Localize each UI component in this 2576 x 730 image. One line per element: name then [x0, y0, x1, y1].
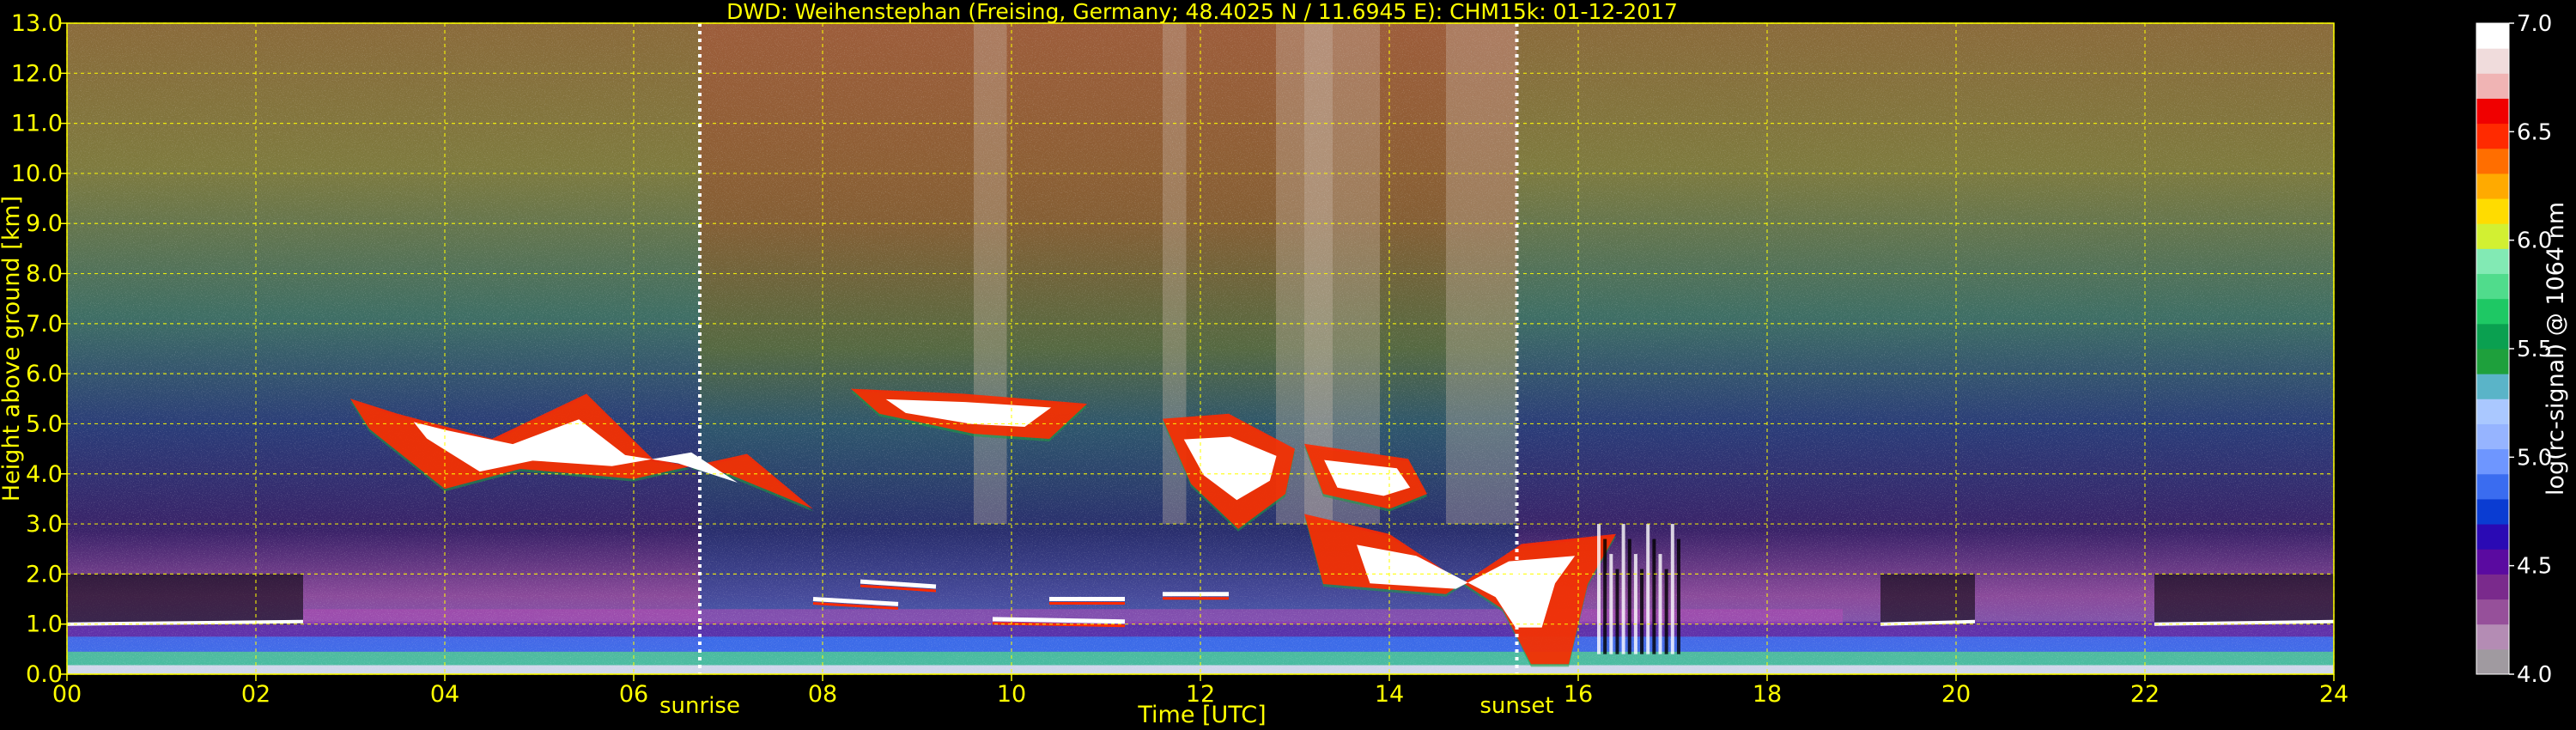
x-tick-label: 10 — [997, 681, 1026, 708]
fog-streak — [1627, 538, 1631, 654]
y-tick-label: 3.0 — [26, 511, 63, 538]
y-axis-label: Height above ground [km] — [0, 196, 25, 502]
y-tick-label: 0.0 — [26, 661, 63, 688]
colorbar: 4.04.55.05.56.06.57.0 — [2476, 11, 2552, 688]
y-tick-label: 11.0 — [11, 111, 63, 137]
y-tick-label: 13.0 — [11, 10, 63, 37]
fog-streak — [1633, 554, 1637, 654]
fog-streak — [1664, 569, 1668, 654]
fog-streak — [1621, 524, 1625, 654]
chart-svg: sunrise sunset00 02 04 06 08 10 12 14 16 18 20 22 240… — [0, 0, 2569, 728]
colorbar-segment — [2476, 398, 2509, 424]
y-tick-label: 8.0 — [26, 261, 63, 288]
y-tick-label: 4.0 — [26, 461, 63, 488]
y-tick-label: 10.0 — [11, 161, 63, 187]
x-axis-label: Time [UTC] — [1137, 702, 1266, 728]
fog-streak — [1652, 538, 1656, 654]
ceilometer-chart: sunrise sunset 00 02 04 06 08 10 12 14 16 18 20 22 24 0… — [0, 0, 2576, 730]
colorbar-segment — [2476, 374, 2509, 399]
colorbar-tick-label: 4.0 — [2517, 662, 2552, 688]
colorbar-segment — [2476, 524, 2509, 550]
x-tick-label: 02 — [241, 681, 270, 708]
fog-streak — [1676, 538, 1680, 654]
colorbar-segment — [2476, 349, 2509, 374]
fog-streak — [1603, 538, 1607, 654]
fog-streak — [1609, 554, 1613, 654]
colorbar-segment — [2476, 98, 2509, 125]
colorbar-segment — [2476, 498, 2509, 525]
x-tick-label: 20 — [1941, 681, 1971, 708]
fog-streak — [1597, 524, 1601, 654]
colorbar-segment — [2476, 473, 2509, 500]
y-tick-label: 9.0 — [26, 210, 63, 237]
colorbar-segment — [2476, 198, 2509, 224]
annotation-label-sunrise: sunrise — [659, 693, 740, 719]
x-tick-label: 08 — [808, 681, 837, 708]
colorbar-segment — [2476, 148, 2509, 174]
colorbar-segment — [2476, 648, 2509, 675]
colorbar-segment — [2476, 48, 2509, 74]
x-tick-label: 24 — [2319, 681, 2348, 708]
colorbar-segment — [2476, 323, 2509, 350]
y-tick-label: 1.0 — [26, 611, 63, 638]
x-tick-label: 22 — [2130, 681, 2160, 708]
colorbar-segment — [2476, 574, 2509, 600]
colorbar-segment — [2476, 599, 2509, 625]
colorbar-tick-label: 7.0 — [2517, 11, 2552, 37]
x-tick-label: 14 — [1375, 681, 1404, 708]
low-cloud-segment — [992, 617, 1126, 624]
x-tick-label: 18 — [1753, 681, 1782, 708]
night-dark-region — [2154, 574, 2334, 624]
x-tick-label: 06 — [619, 681, 648, 708]
colorbar-tick-label: 6.5 — [2517, 119, 2552, 145]
x-tick-label: 04 — [430, 681, 459, 708]
y-tick-label: 7.0 — [26, 311, 63, 338]
x-tick-label: 16 — [1564, 681, 1593, 708]
colorbar-segment — [2476, 273, 2509, 300]
chart-title: DWD: Weihenstephan (Freising, Germany; 4… — [726, 0, 1678, 24]
night-dark-region — [67, 574, 303, 624]
colorbar-segment — [2476, 423, 2509, 450]
y-tick-label: 6.0 — [26, 361, 63, 387]
fog-streak — [1615, 569, 1619, 654]
colorbar-segment — [2476, 23, 2509, 49]
colorbar-segment — [2476, 549, 2509, 575]
colorbar-segment — [2476, 173, 2509, 199]
y-tick-label: 2.0 — [26, 561, 63, 587]
colorbar-segment — [2476, 624, 2509, 650]
colorbar-segment — [2476, 223, 2509, 249]
y-tick-label: 12.0 — [11, 60, 63, 87]
colorbar-segment — [2476, 298, 2509, 325]
fog-streak — [1646, 524, 1650, 654]
colorbar-label: log(rc-signal) @ 1064 nm — [2543, 202, 2569, 496]
colorbar-segment — [2476, 73, 2509, 99]
annotation-label-sunset: sunset — [1479, 693, 1553, 719]
colorbar-tick-label: 4.5 — [2517, 554, 2552, 580]
fog-streak — [1640, 569, 1644, 654]
fog-streak — [1670, 524, 1674, 654]
colorbar-segment — [2476, 448, 2509, 475]
night-dark-region — [1880, 574, 1975, 624]
colorbar-segment — [2476, 248, 2509, 275]
y-tick-label: 5.0 — [26, 411, 63, 437]
colorbar-segment — [2476, 123, 2509, 149]
fog-streak — [1658, 554, 1662, 654]
